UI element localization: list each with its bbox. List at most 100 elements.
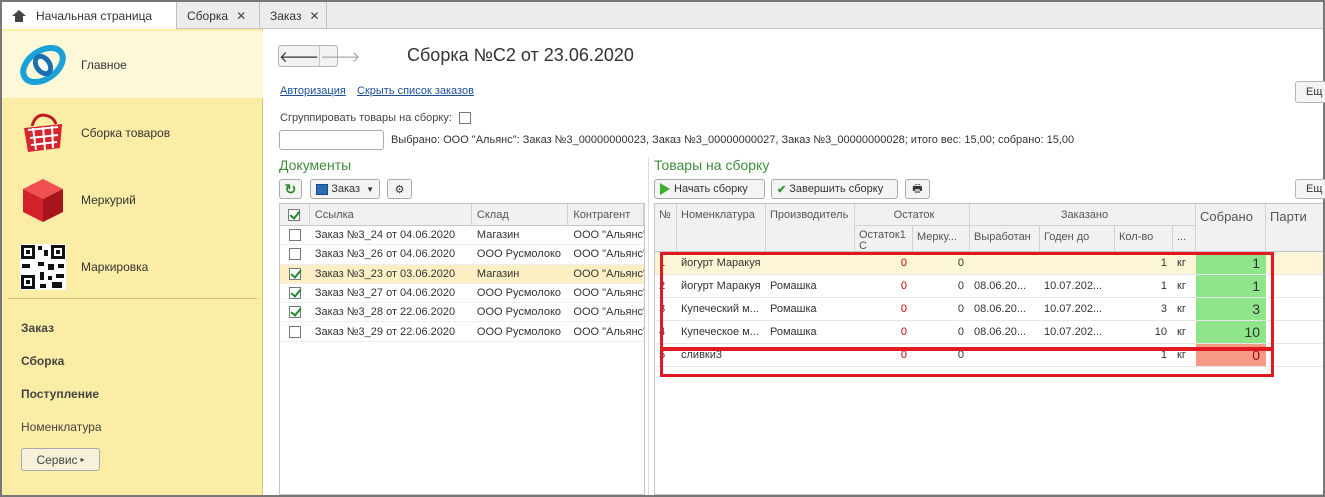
contractor-cell: ООО "Альянс" — [573, 287, 644, 300]
table-header: Ссылка Склад Контрагент — [280, 204, 644, 226]
table-header: № Номенклатура Производитель Остаток Ост… — [655, 204, 1323, 252]
produced-cell: 08.06.20... — [974, 326, 1026, 338]
row-checkbox[interactable] — [280, 303, 310, 321]
chevron-right-icon: ▸ — [80, 455, 85, 464]
row-checkbox[interactable] — [280, 265, 310, 283]
document-link[interactable]: Заказ №3_23 от 03.06.2020 — [310, 265, 472, 283]
check-icon: ✔ — [777, 183, 787, 196]
finish-assembly-button[interactable]: ✔ Завершить сборку — [771, 179, 898, 199]
sidebar-link-assembly[interactable]: Сборка — [21, 354, 64, 368]
row-number: 3 — [659, 303, 666, 315]
row-checkbox[interactable] — [280, 245, 310, 263]
table-row[interactable]: Заказ №3_27 от 04.06.2020 ООО Русмолоко ОО… — [280, 284, 644, 304]
qr-code-icon — [20, 243, 66, 290]
sidebar-item-mercury[interactable]: Меркурий — [2, 166, 263, 233]
close-icon[interactable]: ✕ — [236, 9, 246, 23]
refresh-icon[interactable]: ↻ — [279, 179, 302, 199]
document-link[interactable]: Заказ №3_29 от 22.06.2020 — [310, 322, 472, 340]
sidebar-link-nomenclature[interactable]: Номенклатура — [21, 420, 102, 434]
table-row[interactable]: 2 йогурт Маракуя Ромашка 0 0 08.06.20... 10.07… — [655, 275, 1323, 298]
more-button[interactable]: Ещ — [1295, 179, 1325, 199]
column-header[interactable]: № — [655, 204, 677, 251]
column-header[interactable]: Номенклатура — [677, 204, 766, 251]
column-header[interactable]: Контрагент — [568, 204, 644, 225]
sidebar-item-marking[interactable]: Маркировка — [2, 233, 263, 300]
row-number: 4 — [659, 326, 666, 338]
sidebar-link-receipt[interactable]: Поступление — [21, 387, 99, 401]
document-link[interactable]: Заказ №3_26 от 04.06.2020 — [310, 245, 472, 263]
quantity-cell: 3 — [1160, 303, 1167, 315]
column-header[interactable]: Годен до — [1040, 226, 1115, 251]
column-header[interactable]: Собрано — [1196, 204, 1266, 251]
document-link[interactable]: Заказ №3_28 от 22.06.2020 — [310, 303, 472, 321]
nomenclature-cell: йогурт Маракуя — [681, 280, 761, 292]
column-header[interactable]: Остаток1 С — [855, 226, 913, 251]
auth-link[interactable]: Авторизация — [280, 85, 346, 97]
service-button[interactable]: Сервис ▸ — [21, 448, 100, 471]
sidebar-divider — [8, 298, 257, 299]
column-group-header: Остаток — [855, 204, 970, 226]
print-icon[interactable]: 🖶 — [905, 179, 930, 199]
tab-label: Заказ — [270, 8, 302, 23]
play-icon — [660, 183, 670, 195]
nomenclature-cell: йогурт Маракуя — [681, 257, 761, 269]
panel-divider[interactable] — [648, 157, 649, 495]
collected-cell[interactable]: 1 — [1196, 275, 1266, 297]
table-row[interactable]: 3 Купеческий м... Ромашка 0 0 08.06.20... 10.0… — [655, 298, 1323, 321]
column-header[interactable]: Ссылка — [310, 204, 472, 225]
settings-icon[interactable]: ⚙ — [387, 179, 412, 199]
logo-icon — [20, 44, 66, 85]
collected-cell[interactable]: 10 — [1196, 321, 1266, 343]
column-group-header: Заказано — [970, 204, 1196, 226]
tab-order[interactable]: Заказ ✕ — [260, 2, 327, 29]
table-row[interactable]: 4 Купеческое м... Ромашка 0 0 08.06.20... 10.0… — [655, 321, 1323, 344]
contractor-cell: ООО "Альянс" — [573, 325, 644, 338]
tab-home[interactable]: Начальная страница — [2, 2, 177, 29]
row-checkbox[interactable] — [280, 322, 310, 340]
column-header[interactable]: Выработан — [970, 226, 1040, 251]
column-header[interactable]: ... — [1173, 226, 1196, 251]
tab-assembly[interactable]: Сборка ✕ — [177, 2, 260, 29]
table-row[interactable]: Заказ №3_28 от 22.06.2020 ООО Русмолоко ОО… — [280, 303, 644, 323]
column-header[interactable]: Кол-во — [1115, 226, 1173, 251]
sidebar-item-assembly[interactable]: Сборка товаров — [2, 99, 263, 166]
back-arrow-icon[interactable]: 🡐 — [279, 46, 319, 66]
service-label: Сервис — [36, 452, 78, 467]
column-header[interactable]: Парти — [1266, 204, 1323, 251]
column-header[interactable]: Производитель — [766, 204, 855, 251]
table-row[interactable]: Заказ №3_26 от 04.06.2020 ООО Русмолоко ОО… — [280, 245, 644, 265]
nomenclature-cell: Купеческий м... — [681, 303, 759, 315]
home-icon — [12, 9, 26, 22]
contractor-cell: ООО "Альянс" — [573, 229, 644, 242]
table-row[interactable]: Заказ №3_29 от 22.06.2020 ООО Русмолоко ОО… — [280, 322, 644, 342]
forward-arrow-icon[interactable]: 🡒 — [319, 46, 360, 66]
close-icon[interactable]: ✕ — [309, 9, 319, 23]
column-header[interactable]: Мерку... — [913, 226, 970, 251]
hide-orders-link[interactable]: Скрыть список заказов — [357, 85, 474, 97]
search-input[interactable] — [279, 130, 384, 150]
tab-bar: Начальная страница Сборка ✕ Заказ ✕ — [2, 2, 1323, 29]
group-checkbox[interactable] — [458, 112, 471, 125]
row-checkbox[interactable] — [280, 226, 310, 244]
sidebar-item-main[interactable]: Главное — [2, 31, 263, 98]
table-row[interactable]: 1 йогурт Маракуя 0 0 1 кг 1 — [655, 252, 1323, 275]
collected-cell[interactable]: 3 — [1196, 298, 1266, 320]
start-assembly-button[interactable]: Начать сборку — [654, 179, 765, 199]
document-link[interactable]: Заказ №3_24 от 04.06.2020 — [310, 226, 472, 244]
order-dropdown-button[interactable]: Заказ ▼ — [310, 179, 380, 199]
table-row[interactable]: Заказ №3_24 от 04.06.2020 Магазин ООО "Аль… — [280, 226, 644, 246]
unit-cell: кг — [1177, 257, 1186, 269]
quantity-cell: 10 — [1154, 326, 1167, 338]
valid-until-cell — [1044, 252, 1115, 274]
goods-title: Товары на сборку — [654, 157, 770, 173]
row-checkbox[interactable] — [280, 284, 310, 302]
document-link[interactable]: Заказ №3_27 от 04.06.2020 — [310, 284, 472, 302]
column-header[interactable]: Склад — [472, 204, 569, 225]
sidebar: Главное Сборка товаров Меркурий Маркиров… — [2, 29, 263, 495]
sidebar-link-order[interactable]: Заказ — [21, 321, 54, 335]
collected-cell[interactable]: 1 — [1196, 252, 1266, 274]
table-row[interactable]: Заказ №3_23 от 03.06.2020 Магазин ООО "Аль… — [280, 264, 644, 284]
select-all-checkbox[interactable] — [280, 204, 310, 225]
more-button[interactable]: Ещ — [1295, 81, 1325, 103]
highlight-divider — [660, 347, 1274, 351]
